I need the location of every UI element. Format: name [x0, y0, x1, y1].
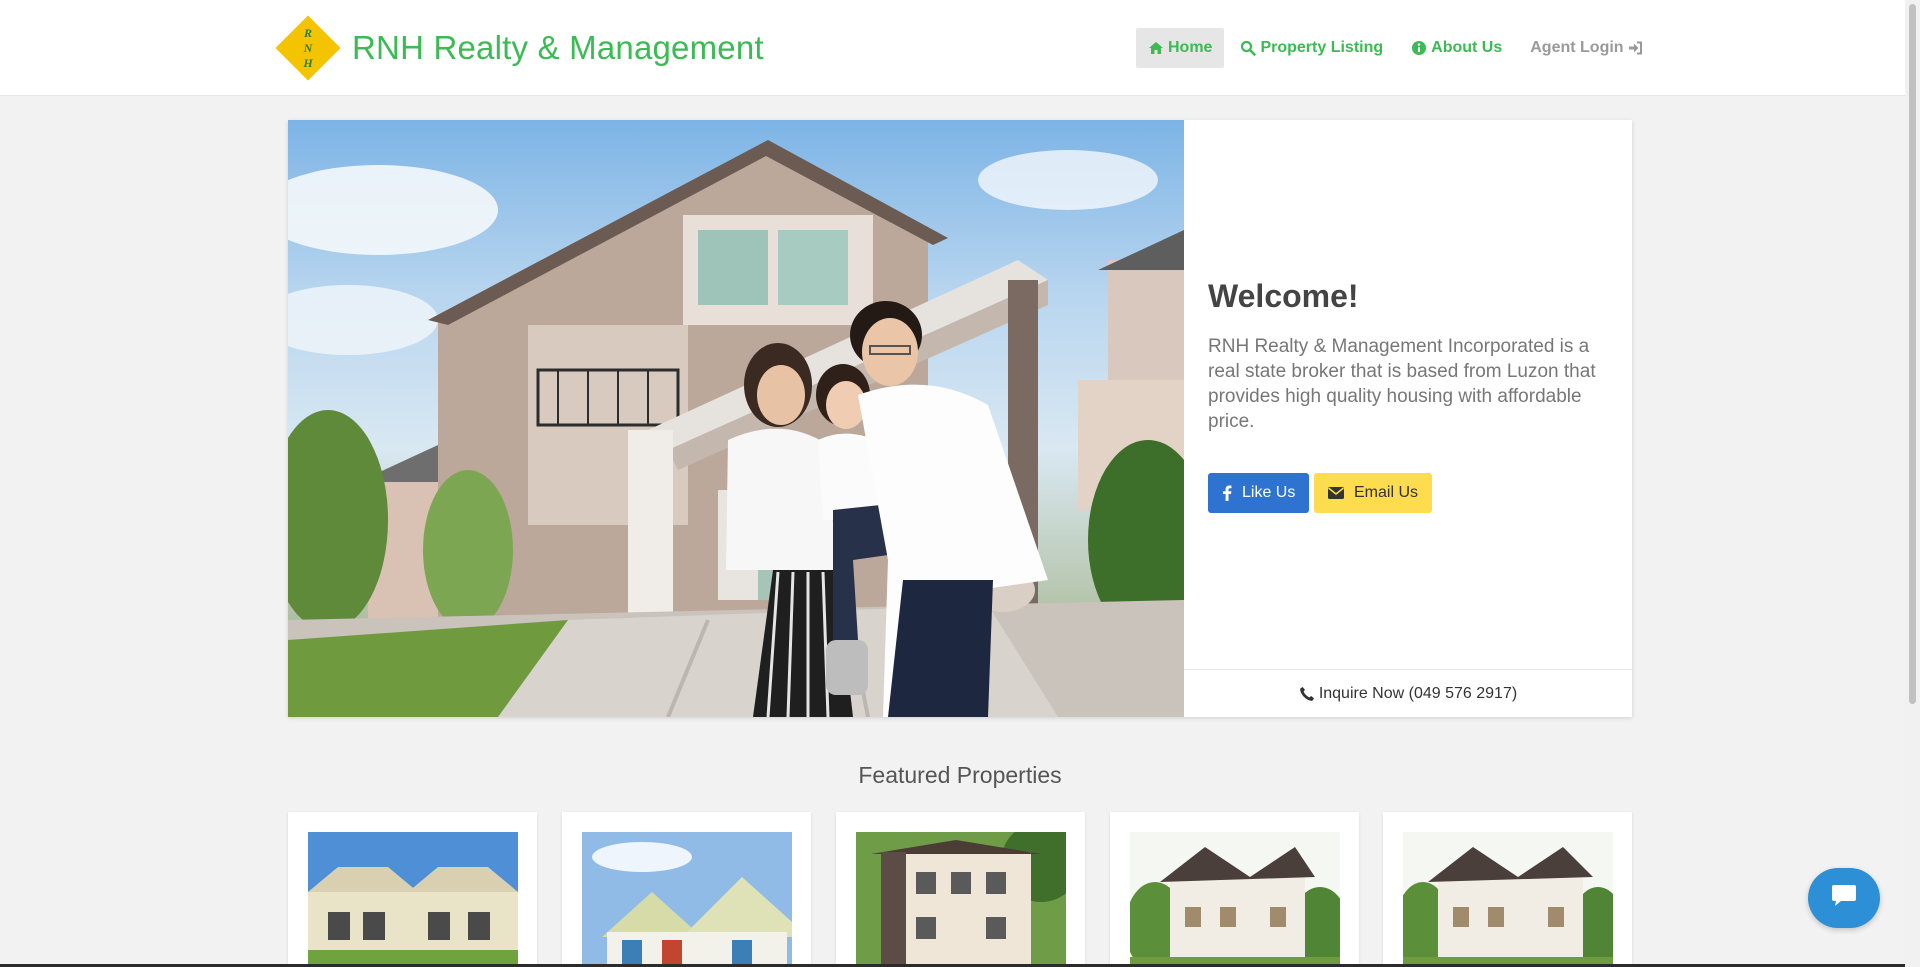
inquire-now-link[interactable]: Inquire Now (049 576 2917)	[1184, 669, 1632, 717]
property-image-3	[856, 832, 1066, 967]
property-card-5[interactable]	[1383, 812, 1632, 967]
inquire-now-label: Inquire Now (049 576 2917)	[1318, 684, 1518, 702]
property-image-2	[582, 832, 792, 967]
nav-about-us[interactable]: About Us	[1399, 28, 1514, 68]
search-icon	[1240, 40, 1257, 56]
page-scrollbar[interactable]	[1905, 0, 1920, 967]
property-card-1[interactable]	[288, 812, 537, 967]
like-us-button[interactable]: Like Us	[1208, 473, 1310, 513]
nav-agent-login-label: Agent Login	[1530, 39, 1624, 56]
logo-letter-h: H	[303, 55, 313, 70]
info-icon	[1411, 40, 1427, 56]
featured-properties-list	[288, 812, 1632, 967]
property-image-1	[308, 832, 518, 967]
property-card-4[interactable]	[1110, 812, 1359, 967]
chat-button[interactable]	[1808, 868, 1880, 928]
hero-card: Welcome! RNH Realty & Management Incorpo…	[288, 120, 1632, 717]
brand-name: RNH Realty & Management	[352, 29, 764, 66]
nav-property-listing[interactable]: Property Listing	[1228, 28, 1395, 68]
featured-properties-heading: Featured Properties	[858, 762, 1062, 788]
hero-info-panel: Welcome! RNH Realty & Management Incorpo…	[1184, 120, 1632, 717]
like-us-label: Like Us	[1242, 484, 1296, 501]
property-image-4	[1130, 832, 1340, 967]
navbar: R N H RNH Realty & Management Home Prope…	[0, 0, 1920, 96]
company-description: RNH Realty & Management Incorporated is …	[1208, 336, 1596, 432]
sign-in-icon	[1628, 40, 1644, 56]
nav-home-label: Home	[1168, 39, 1213, 56]
envelope-icon	[1328, 487, 1344, 499]
property-image-5	[1403, 832, 1613, 967]
email-us-label: Email Us	[1354, 484, 1419, 501]
phone-icon	[1299, 686, 1315, 702]
home-icon	[1148, 40, 1164, 56]
nav-home[interactable]: Home	[1136, 28, 1225, 68]
welcome-heading: Welcome!	[1208, 278, 1359, 314]
scrollbar-thumb[interactable]	[1909, 4, 1916, 704]
hero-family-house-image	[288, 120, 1184, 717]
logo-letter-n: N	[303, 40, 313, 55]
nav-property-listing-label: Property Listing	[1260, 39, 1384, 56]
email-us-button[interactable]: Email Us	[1314, 473, 1433, 513]
property-card-2[interactable]	[562, 812, 811, 967]
company-logo: R N H	[275, 15, 341, 81]
nav-agent-login[interactable]: Agent Login	[1518, 28, 1655, 68]
facebook-icon	[1222, 485, 1232, 501]
brand-link[interactable]: R N H RNH Realty & Management	[275, 15, 764, 81]
main-nav: Home Property Listing About Us Agent Log…	[1136, 28, 1660, 68]
property-card-3[interactable]	[836, 812, 1085, 967]
chat-bubble-icon	[1831, 884, 1857, 913]
logo-letter-r: R	[303, 25, 312, 40]
nav-about-us-label: About Us	[1431, 39, 1503, 56]
